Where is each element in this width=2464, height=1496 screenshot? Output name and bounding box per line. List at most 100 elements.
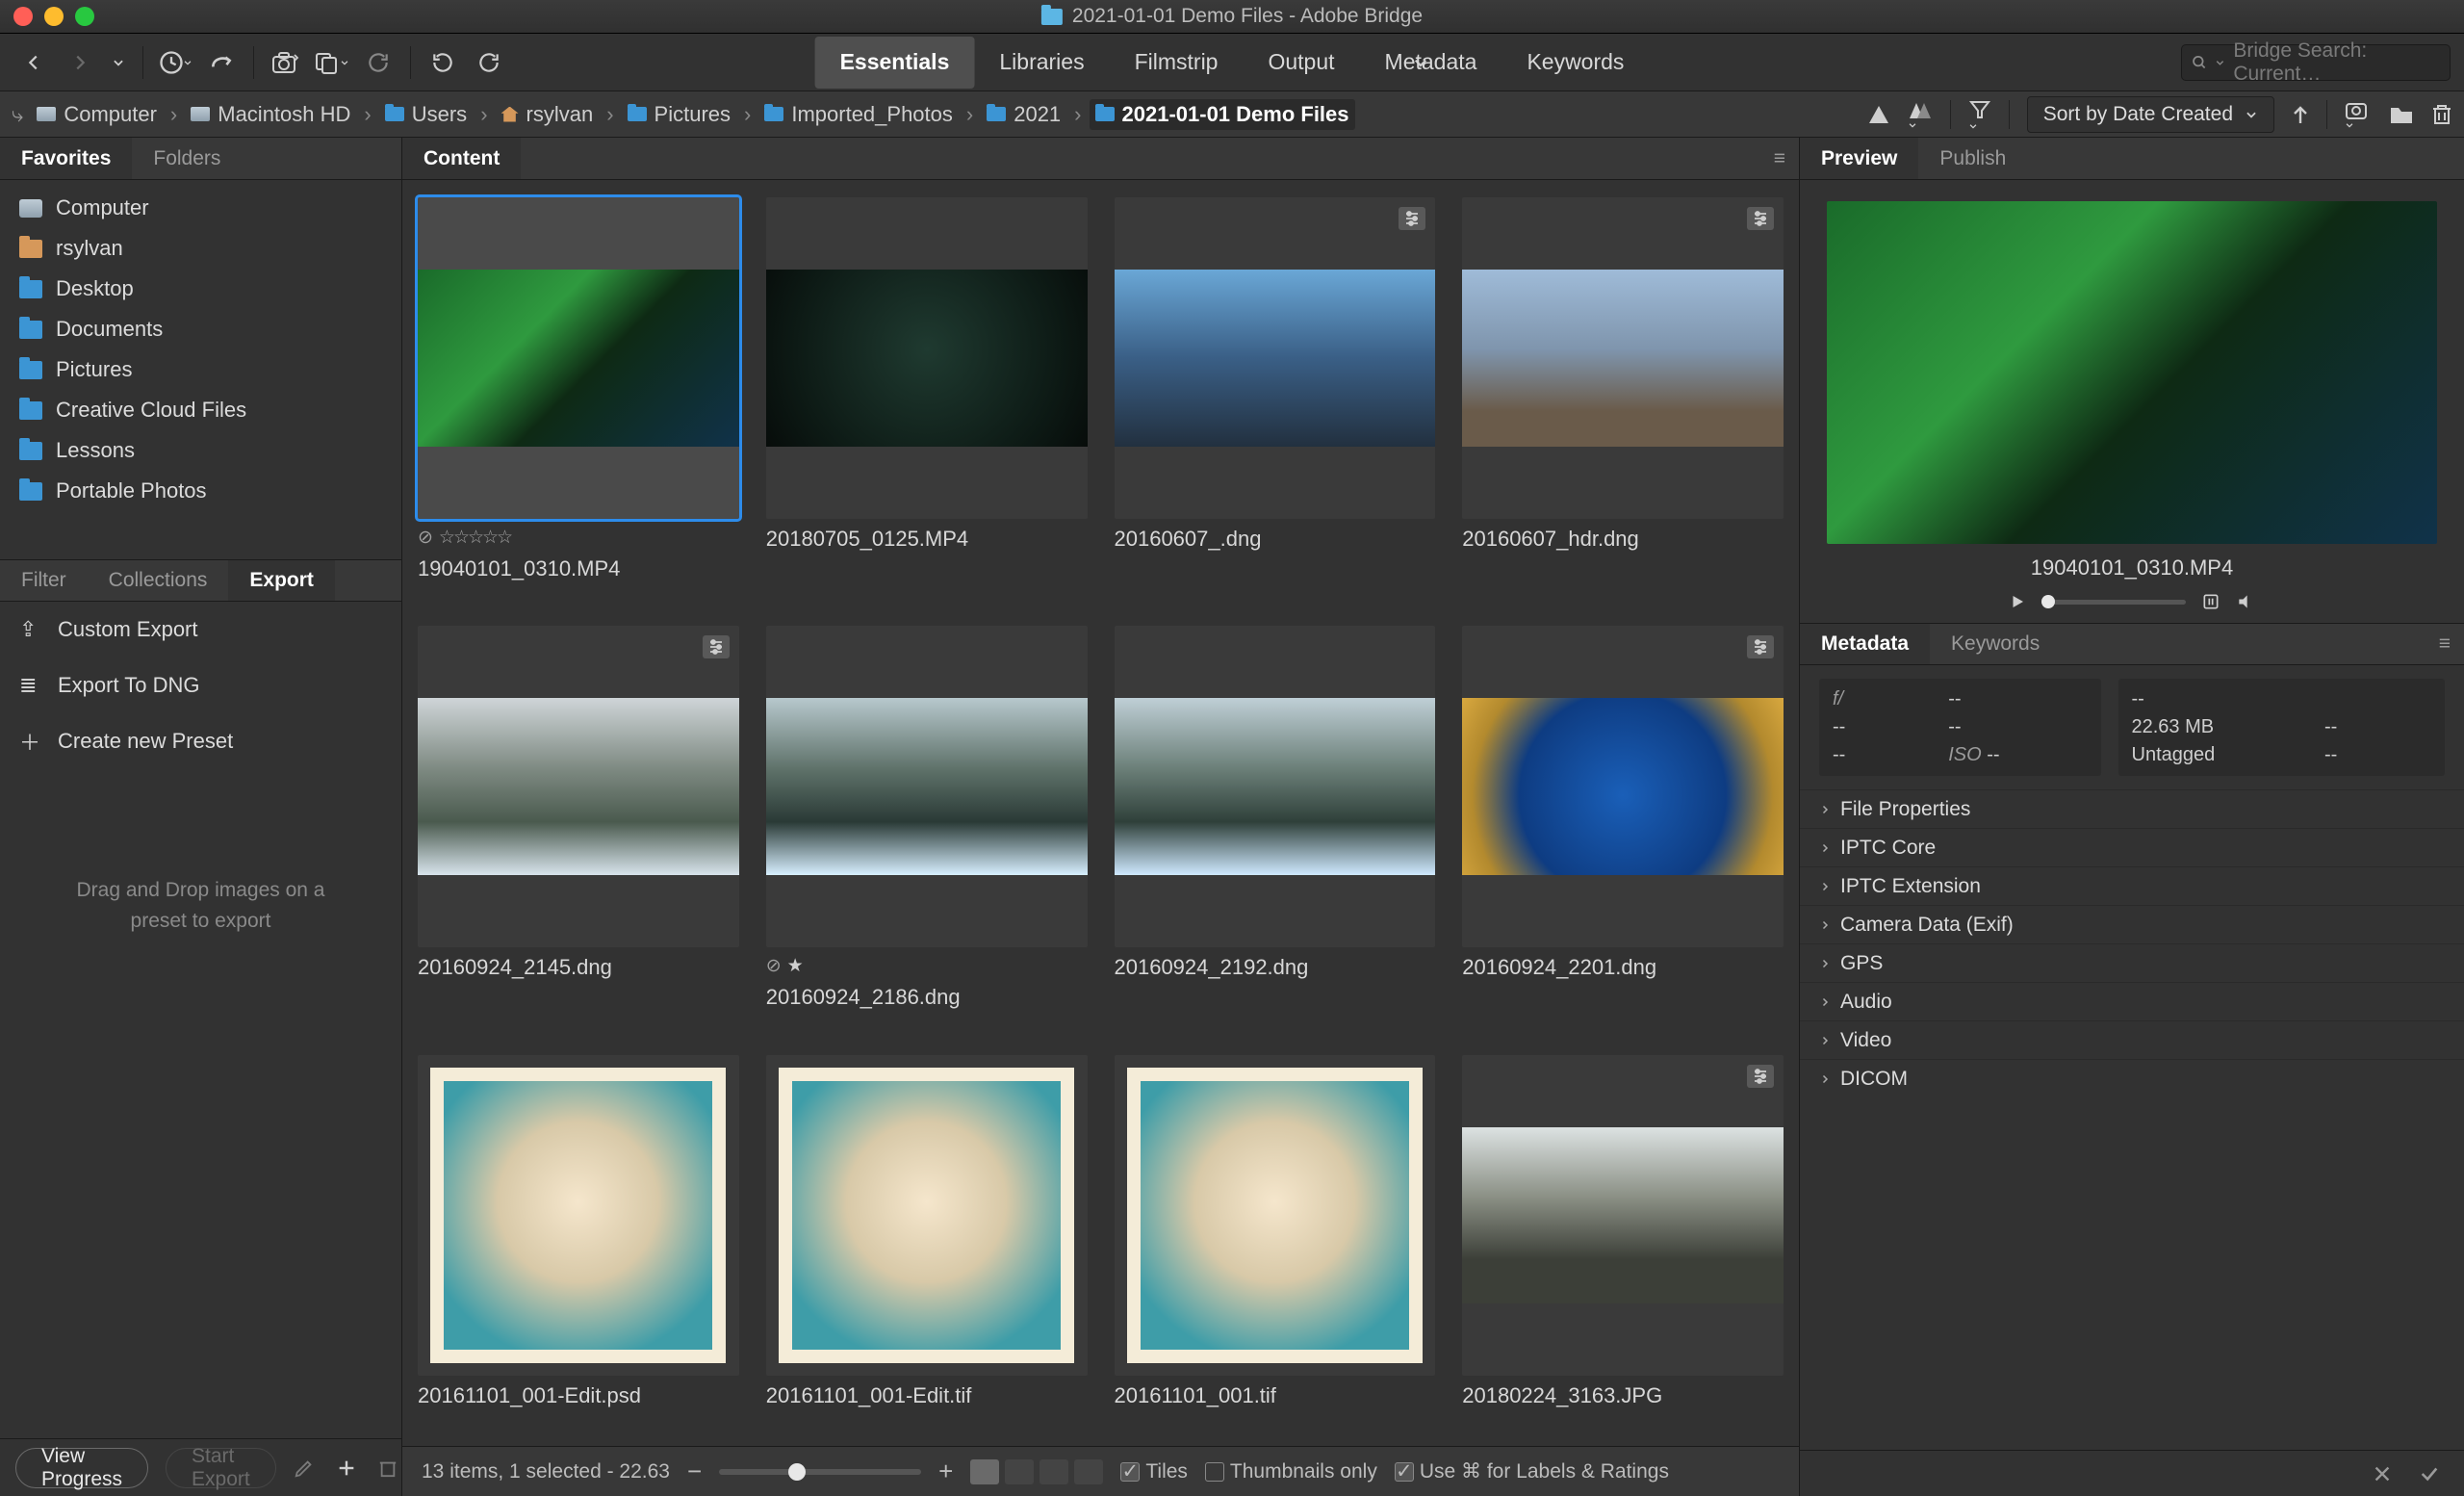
preview-tab[interactable]: Preview [1800, 138, 1918, 179]
workspace-tab-keywords[interactable]: Keywords [1502, 37, 1649, 89]
boomerang-button[interactable] [201, 42, 242, 83]
publish-tab[interactable]: Publish [1918, 138, 2027, 179]
thumbnail-item[interactable]: 20160924_2145.dng [418, 626, 739, 1029]
breadcrumb-2021-01-01-demo-files[interactable]: 2021-01-01 Demo Files [1090, 99, 1355, 130]
add-preset-icon[interactable] [336, 1457, 357, 1479]
tiles-checkbox[interactable]: ✓Tiles [1120, 1460, 1188, 1483]
apply-metadata-button[interactable] [2418, 1463, 2441, 1484]
metadata-panel-menu[interactable]: ≡ [2426, 632, 2464, 656]
metadata-section-gps[interactable]: GPS [1800, 943, 2464, 982]
favorites-tab[interactable]: Favorites [0, 138, 132, 179]
workspace-tab-filmstrip[interactable]: Filmstrip [1110, 37, 1244, 89]
favorites-item-pictures[interactable]: Pictures [0, 349, 401, 390]
thumbnail-item[interactable]: ⊘★20160924_2186.dng [766, 626, 1088, 1029]
metadata-section-iptc-core[interactable]: IPTC Core [1800, 828, 2464, 866]
play-button[interactable] [2009, 593, 2026, 610]
thumbnail-item[interactable]: 20160924_2201.dng [1462, 626, 1784, 1029]
thumbnails-only-checkbox[interactable]: Thumbnails only [1205, 1460, 1377, 1483]
nav-history-button[interactable] [106, 42, 131, 83]
thumbnail-item[interactable]: 20160924_2192.dng [1115, 626, 1436, 1029]
breadcrumb-2021[interactable]: 2021 [981, 99, 1066, 130]
favorites-item-portable-photos[interactable]: Portable Photos [0, 471, 401, 511]
ratings-filter-button[interactable] [1867, 104, 1890, 125]
ratings-filter-clear-button[interactable] [1908, 99, 1933, 130]
thumbnail-item[interactable]: 20180705_0125.MP4 [766, 197, 1088, 601]
open-in-camera-raw-button[interactable] [2345, 99, 2372, 130]
close-window-button[interactable] [13, 7, 33, 26]
new-folder-button[interactable] [2389, 104, 2414, 125]
thumbnail-item[interactable]: ⊘☆☆☆☆☆19040101_0310.MP4 [418, 197, 739, 601]
workspace-tab-output[interactable]: Output [1243, 37, 1359, 89]
view-grid-button[interactable] [1005, 1459, 1034, 1484]
metadata-section-video[interactable]: Video [1800, 1020, 2464, 1059]
view-progress-button[interactable]: View Progress [15, 1448, 148, 1488]
filter-button[interactable] [1968, 98, 1991, 131]
mute-button[interactable] [2236, 592, 2255, 611]
content-tab[interactable]: Content [402, 138, 521, 179]
export-preset-export-to-dng[interactable]: ≣Export To DNG [0, 658, 401, 713]
workspace-tab-libraries[interactable]: Libraries [974, 37, 1109, 89]
thumbnail-item[interactable]: 20161101_001.tif [1115, 1055, 1436, 1429]
zoom-out-button[interactable]: − [687, 1457, 702, 1486]
metadata-tab[interactable]: Metadata [1800, 624, 1930, 664]
workspace-tab-essentials[interactable]: Essentials [815, 37, 975, 89]
rating-stars[interactable]: ☆☆☆☆☆ [439, 527, 511, 549]
metadata-section-file-properties[interactable]: File Properties [1800, 789, 2464, 828]
workspace-tab-metadata[interactable]: Metadata [1360, 37, 1502, 89]
nav-back-button[interactable] [13, 42, 54, 83]
rating-stars[interactable]: ★ [787, 955, 802, 977]
edit-preset-icon[interactable] [294, 1457, 315, 1479]
breadcrumb-imported-photos[interactable]: Imported_Photos [758, 99, 959, 130]
view-grid-lock-button[interactable] [970, 1459, 999, 1484]
search-field[interactable]: Bridge Search: Current… [2181, 44, 2451, 81]
favorites-item-desktop[interactable]: Desktop [0, 269, 401, 309]
view-list-button[interactable] [1074, 1459, 1103, 1484]
thumbnail-item[interactable]: 20180224_3163.JPG [1462, 1055, 1784, 1429]
thumbnail-item[interactable]: 20161101_001-Edit.tif [766, 1055, 1088, 1429]
zoom-in-button[interactable]: + [938, 1457, 953, 1486]
metadata-section-dicom[interactable]: DICOM [1800, 1059, 2464, 1097]
cancel-metadata-button[interactable] [2372, 1463, 2393, 1484]
keywords-tab[interactable]: Keywords [1930, 624, 2061, 664]
minimize-window-button[interactable] [44, 7, 64, 26]
sort-button[interactable]: Sort by Date Created [2027, 96, 2274, 133]
path-reveal-button[interactable]: ⤷ [12, 102, 23, 127]
metadata-section-iptc-extension[interactable]: IPTC Extension [1800, 866, 2464, 905]
thumbnail-item[interactable]: 20161101_001-Edit.psd [418, 1055, 739, 1429]
filter-tab[interactable]: Filter [0, 560, 88, 601]
nav-forward-button[interactable] [60, 42, 100, 83]
video-scrubber[interactable] [2041, 600, 2186, 605]
favorites-item-rsylvan[interactable]: rsylvan [0, 228, 401, 269]
breadcrumb-rsylvan[interactable]: rsylvan [496, 99, 600, 130]
loop-button[interactable] [2201, 592, 2220, 611]
cmd-labels-checkbox[interactable]: ✓Use ⌘ for Labels & Ratings [1395, 1459, 1669, 1483]
export-tab[interactable]: Export [228, 560, 335, 601]
thumbnail-item[interactable]: 20160607_.dng [1115, 197, 1436, 601]
refresh-button[interactable] [358, 42, 398, 83]
delete-button[interactable] [2431, 103, 2452, 126]
batch-rename-button[interactable] [312, 42, 352, 83]
thumbnail-item[interactable]: 20160607_hdr.dng [1462, 197, 1784, 601]
recents-button[interactable] [155, 42, 195, 83]
favorites-item-lessons[interactable]: Lessons [0, 430, 401, 471]
breadcrumb-computer[interactable]: Computer [31, 99, 163, 130]
export-preset-custom-export[interactable]: ⇪Custom Export [0, 602, 401, 658]
folders-tab[interactable]: Folders [132, 138, 242, 179]
rotate-cw-button[interactable] [469, 42, 509, 83]
zoom-window-button[interactable] [75, 7, 94, 26]
content-panel-menu[interactable]: ≡ [1760, 147, 1799, 170]
delete-preset-icon[interactable] [378, 1457, 398, 1479]
favorites-item-documents[interactable]: Documents [0, 309, 401, 349]
collections-tab[interactable]: Collections [88, 560, 229, 601]
get-photos-button[interactable] [266, 42, 306, 83]
preview-image[interactable] [1827, 201, 2437, 544]
breadcrumb-pictures[interactable]: Pictures [622, 99, 736, 130]
sort-direction-button[interactable] [2292, 104, 2309, 125]
rotate-ccw-button[interactable] [423, 42, 463, 83]
export-preset-create-new-preset[interactable]: ＋Create new Preset [0, 713, 401, 769]
breadcrumb-users[interactable]: Users [379, 99, 473, 130]
favorites-item-computer[interactable]: Computer [0, 188, 401, 228]
view-details-button[interactable] [1040, 1459, 1068, 1484]
favorites-item-creative-cloud-files[interactable]: Creative Cloud Files [0, 390, 401, 430]
thumbnail-size-slider[interactable] [719, 1469, 921, 1475]
